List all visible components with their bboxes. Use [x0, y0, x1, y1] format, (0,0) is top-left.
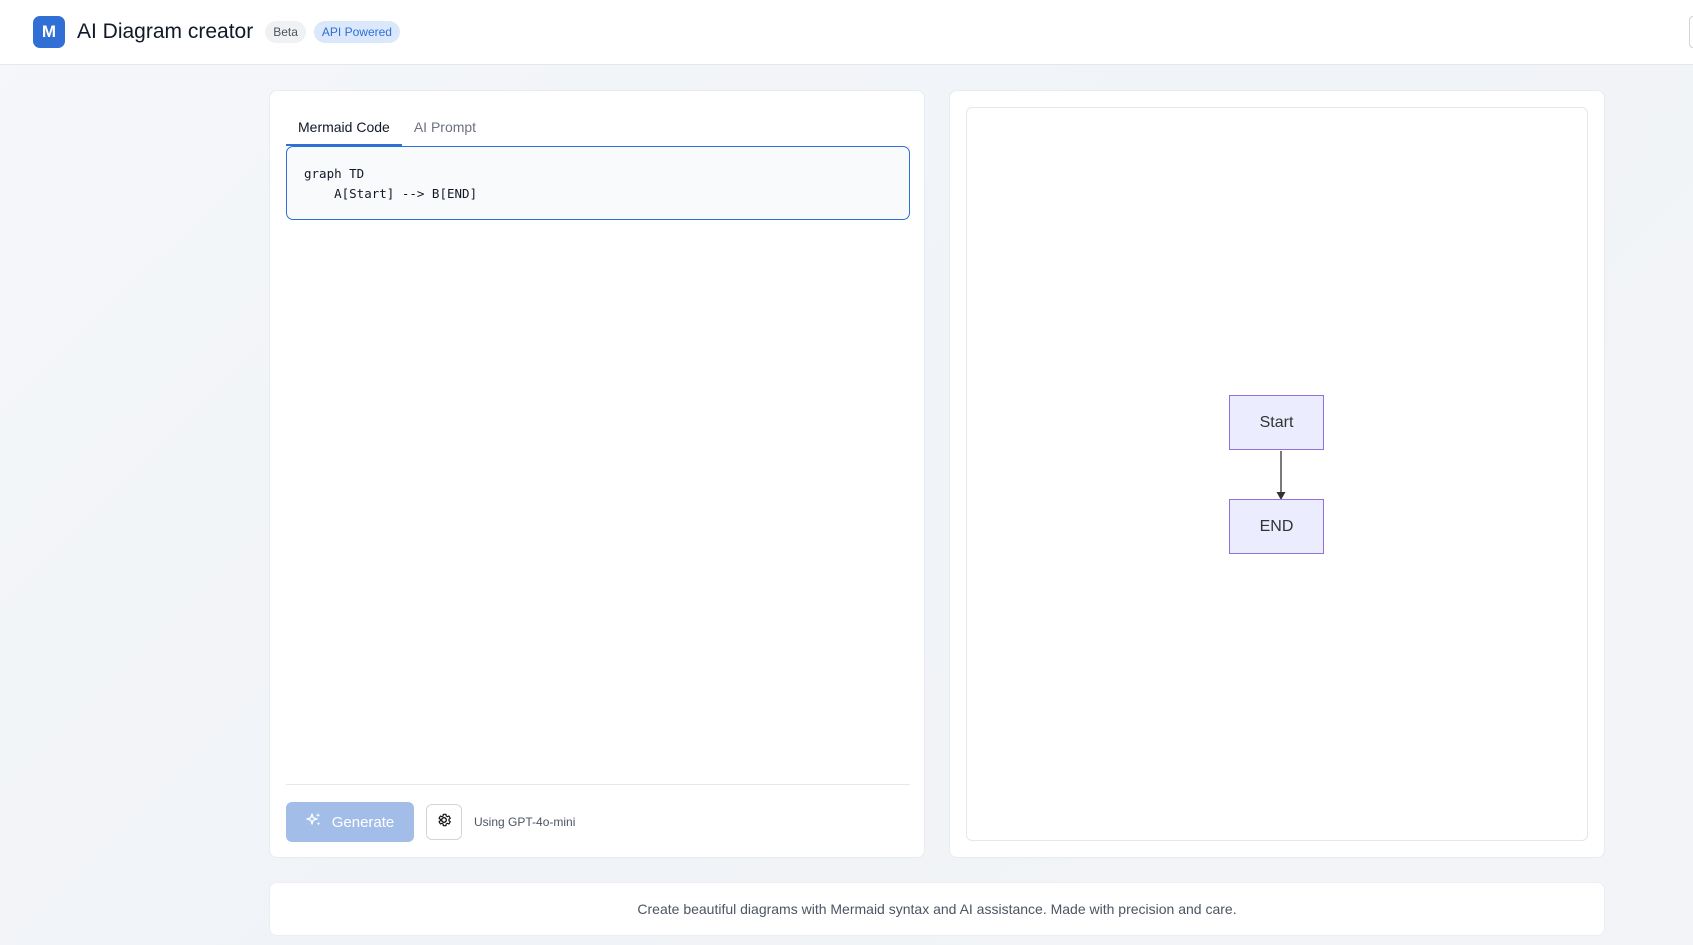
- preview-panel: Start END: [949, 90, 1605, 858]
- diagram-edge-arrow: [1276, 451, 1286, 500]
- tab-ai-prompt[interactable]: AI Prompt: [402, 111, 488, 146]
- beta-badge: Beta: [265, 21, 306, 43]
- gear-icon: [436, 812, 452, 833]
- api-powered-badge: API Powered: [313, 21, 400, 43]
- footer: Create beautiful diagrams with Mermaid s…: [269, 882, 1605, 936]
- model-label: Using GPT-4o-mini: [474, 815, 576, 829]
- app-logo: M: [33, 16, 65, 48]
- generate-button[interactable]: Generate: [286, 802, 414, 842]
- diagram-node-end[interactable]: END: [1229, 499, 1324, 554]
- editor-panel: Mermaid Code AI Prompt graph TD A[Start]…: [269, 90, 925, 858]
- app-title: AI Diagram creator: [77, 20, 254, 43]
- tab-mermaid-code[interactable]: Mermaid Code: [286, 111, 402, 146]
- generate-label: Generate: [331, 813, 395, 831]
- settings-button[interactable]: [426, 804, 462, 840]
- footer-text: Create beautiful diagrams with Mermaid s…: [637, 901, 1237, 917]
- divider: [286, 784, 910, 785]
- diagram-preview[interactable]: Start END: [966, 107, 1588, 841]
- diagram-node-start[interactable]: Start: [1229, 395, 1324, 450]
- sparkles-icon: [306, 812, 322, 832]
- editor-tabs: Mermaid Code AI Prompt: [286, 111, 488, 146]
- app-header: M AI Diagram creator Beta API Powered: [0, 0, 1693, 65]
- header-action-button-edge[interactable]: [1689, 16, 1693, 48]
- mermaid-code-input[interactable]: graph TD A[Start] --> B[END]: [286, 146, 910, 220]
